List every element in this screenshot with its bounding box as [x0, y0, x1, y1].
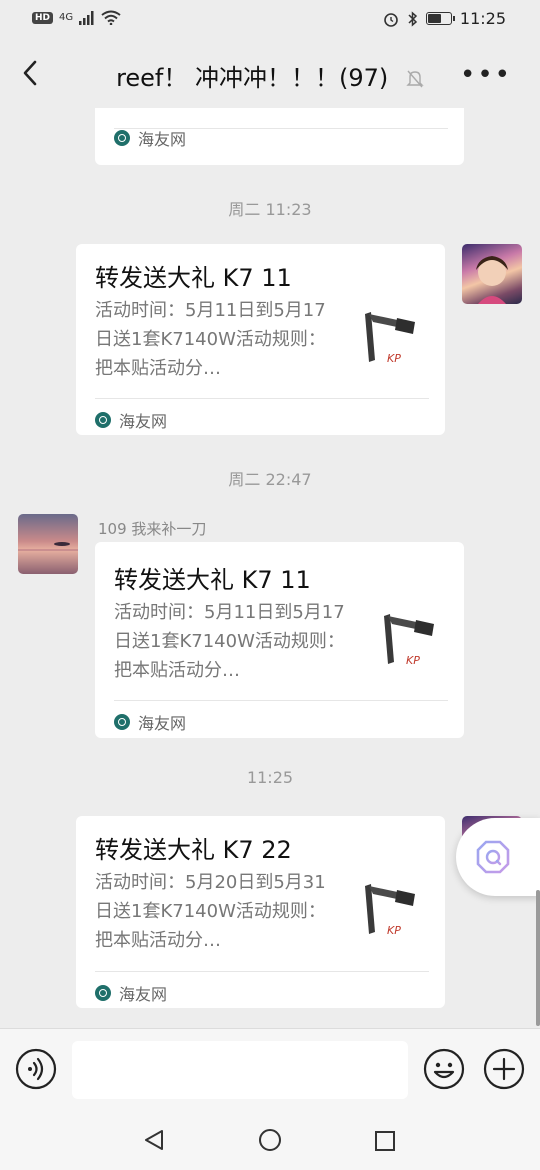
- svg-text:KP: KP: [406, 654, 420, 667]
- link-card[interactable]: 转发送大礼 K7 22 活动时间：5月20日到5月31日送1套K7140W活动规…: [76, 816, 445, 1008]
- message-input[interactable]: [72, 1041, 408, 1099]
- card-source: 海友网: [114, 710, 186, 734]
- chat-header: reef！ 冲冲冲！！！(97) •••: [0, 38, 540, 108]
- card-source: 海友网: [114, 126, 186, 150]
- group-name: reef！ 冲冲冲！！！(97): [116, 64, 389, 92]
- card-description: 活动时间：5月11日到5月17日送1套K7140W活动规则：把本贴活动分…: [114, 602, 345, 681]
- source-name: 海友网: [119, 412, 168, 431]
- nav-home-icon[interactable]: [258, 1128, 282, 1152]
- card-source: 海友网: [95, 981, 167, 1005]
- avatar[interactable]: [18, 514, 78, 574]
- status-left: HD 4G: [32, 10, 121, 25]
- svg-text:KP: KP: [387, 924, 401, 937]
- avatar-sunset-image: [18, 542, 78, 551]
- system-nav-bar: [0, 1110, 540, 1170]
- timestamp: 11:25: [246, 768, 294, 787]
- voice-icon[interactable]: [15, 1048, 57, 1090]
- card-title: 转发送大礼 K7 22: [95, 836, 292, 864]
- source-logo-icon: [95, 412, 111, 428]
- nav-recent-icon[interactable]: [374, 1130, 396, 1152]
- floating-assistant-button[interactable]: [456, 818, 540, 896]
- source-logo-icon: [114, 714, 130, 730]
- card-source: 海友网: [95, 408, 167, 432]
- card-title: 转发送大礼 K7 11: [114, 566, 311, 594]
- source-name: 海友网: [119, 985, 168, 1004]
- alarm-icon: [384, 12, 398, 27]
- card-description: 活动时间：5月20日到5月31日送1套K7140W活动规则：把本贴活动分…: [95, 872, 326, 951]
- link-card[interactable]: 转发送大礼 K7 11 活动时间：5月11日到5月17日送1套K7140W活动规…: [76, 244, 445, 435]
- bell-off-icon: [406, 70, 424, 88]
- assistant-icon: [476, 840, 510, 874]
- source-logo-icon: [95, 985, 111, 1001]
- clock: 11:25: [459, 9, 506, 28]
- wifi-icon: [101, 10, 121, 25]
- source-name: 海友网: [138, 130, 187, 149]
- source-name: 海友网: [138, 714, 187, 733]
- card-divider: [95, 971, 429, 972]
- link-card-partial[interactable]: 海友网: [95, 108, 464, 165]
- hd-badge: HD: [32, 11, 54, 24]
- scrollbar[interactable]: [536, 890, 540, 1026]
- signal-icon: [79, 10, 94, 25]
- bluetooth-icon: [408, 10, 417, 27]
- source-logo-icon: [114, 130, 130, 146]
- status-right: 11:25: [383, 9, 506, 28]
- card-title: 转发送大礼 K7 11: [95, 264, 292, 292]
- avatar[interactable]: [462, 244, 522, 304]
- network-type: 4G: [59, 12, 74, 23]
- battery-icon: [425, 12, 455, 25]
- card-divider: [95, 398, 429, 399]
- avatar-face-image: [476, 256, 508, 304]
- more-dots-icon[interactable]: •••: [460, 60, 512, 90]
- status-bar: HD 4G 11:25: [0, 0, 540, 38]
- lamp-thumbnail-image: KP: [365, 884, 415, 937]
- lamp-thumbnail-image: KP: [384, 614, 434, 667]
- chat-messages: 海友网 周二 11:23 转发送大礼 K7 11 活动时间：5月11日到5月17…: [0, 108, 540, 1028]
- timestamp: 周二 22:47: [228, 470, 312, 489]
- link-card[interactable]: 转发送大礼 K7 11 活动时间：5月11日到5月17日送1套K7140W活动规…: [95, 542, 464, 738]
- card-divider: [114, 700, 448, 701]
- plus-icon[interactable]: [483, 1048, 525, 1090]
- lamp-thumbnail-image: KP: [365, 312, 415, 365]
- sender-name: 109 我来补一刀: [98, 520, 207, 538]
- nav-back-icon[interactable]: [142, 1128, 166, 1152]
- message-input-bar: [0, 1028, 540, 1111]
- svg-text:KP: KP: [387, 352, 401, 365]
- timestamp: 周二 11:23: [228, 200, 312, 219]
- card-description: 活动时间：5月11日到5月17日送1套K7140W活动规则：把本贴活动分…: [95, 300, 326, 379]
- emoji-icon[interactable]: [423, 1048, 465, 1090]
